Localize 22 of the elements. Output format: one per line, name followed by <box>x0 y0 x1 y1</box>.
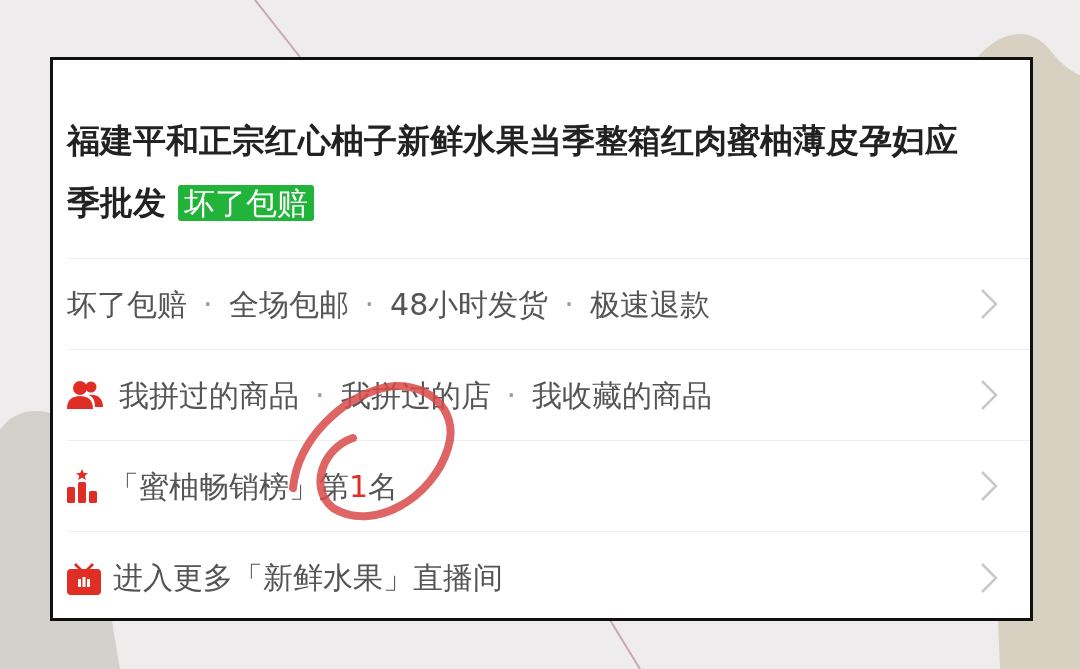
product-title: 福建平和正宗红心柚子新鲜水果当季整箱红肉蜜柚薄皮孕妇应季批发 坏了包赔 <box>67 60 1030 259</box>
service-label: 全场包邮 <box>228 285 349 324</box>
chevron-right-icon <box>980 561 998 594</box>
separator-dot: · <box>315 376 325 415</box>
separator-dot: · <box>564 285 574 324</box>
live-room-link: 进入更多「新鲜水果」直播间 <box>113 559 503 597</box>
separator-dot: · <box>203 285 213 324</box>
chevron-right-icon <box>980 379 998 411</box>
chevron-right-icon <box>980 288 998 320</box>
list-row[interactable]: 坏了包赔 · 全场包邮 · 48小时发货 · 极速退款 <box>67 259 1030 350</box>
history-link[interactable]: 我拼过的商品 <box>119 372 299 418</box>
service-label: 48小时发货 <box>390 285 549 324</box>
separator-dot: · <box>506 376 517 415</box>
list-row[interactable]: 进入更多「新鲜水果」直播间 <box>67 532 1030 623</box>
people-icon <box>67 380 103 410</box>
service-label: 坏了包赔 <box>67 285 187 324</box>
separator-dot: · <box>364 285 375 324</box>
guarantee-badge: 坏了包赔 <box>178 185 314 221</box>
service-label: 极速退款 <box>589 285 710 324</box>
history-link[interactable]: 我收藏的商品 <box>532 372 713 418</box>
tv-icon <box>67 560 101 595</box>
chevron-right-icon <box>980 470 998 502</box>
